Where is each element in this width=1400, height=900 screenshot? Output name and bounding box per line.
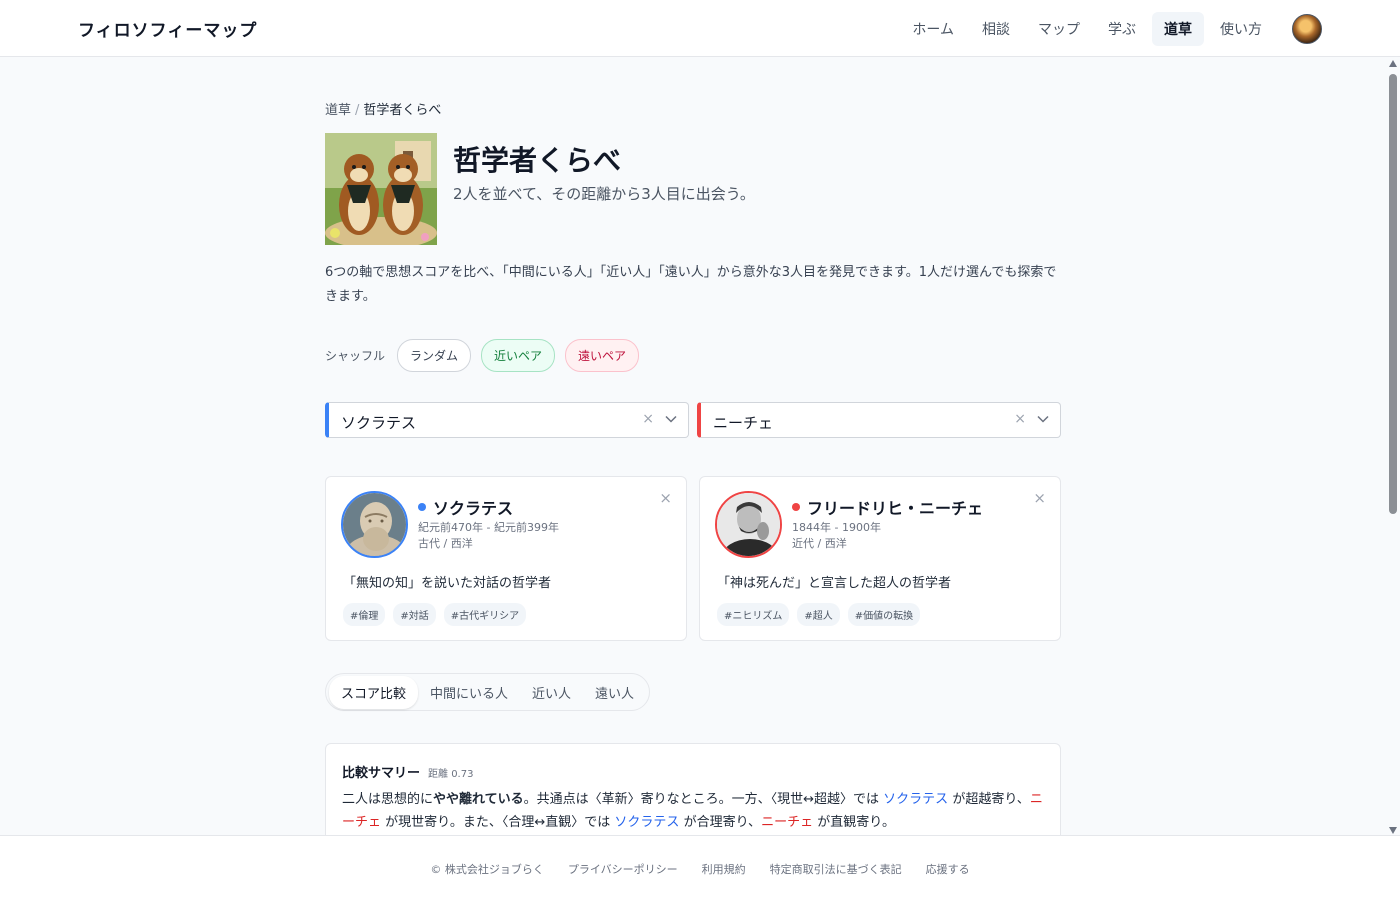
philosopher-select-right[interactable]: ニーチェ × — [697, 402, 1061, 438]
socrates-portrait — [341, 491, 408, 558]
philosopher-card-left: ソクラテス 紀元前470年 - 紀元前399年 古代 / 西洋 × 「無知の知」… — [325, 476, 687, 641]
red-dot-icon — [792, 503, 800, 511]
footer-links: © 株式会社ジョブらく プライバシーポリシー 利用規約 特定商取引法に基づく表記… — [0, 861, 1400, 877]
tag[interactable]: #倫理 — [343, 603, 386, 626]
nav-home[interactable]: ホーム — [900, 12, 966, 46]
page-subtitle: 2人を並べて、その距離から3人目に出会う。 — [453, 185, 755, 203]
card-right-name-text: フリードリヒ・ニーチェ — [807, 499, 984, 518]
select-right-clear-icon[interactable]: × — [1014, 411, 1026, 427]
card-left-name-text: ソクラテス — [433, 499, 514, 518]
page-scrollbar[interactable] — [1388, 60, 1398, 834]
summary-text-part: が超越寄り、 — [948, 792, 1030, 807]
card-left-era: 古代 / 西洋 — [418, 537, 473, 550]
nietzsche-portrait — [715, 491, 782, 558]
card-left-tags: #倫理 #対話 #古代ギリシア — [343, 603, 527, 626]
page-title: 哲学者くらべ — [453, 144, 622, 177]
shuffle-near-pair-button[interactable]: 近いペア — [481, 339, 556, 372]
select-left-value: ソクラテス — [341, 414, 417, 432]
footer-terms-link[interactable]: 利用規約 — [702, 861, 746, 877]
breadcrumb-current: 哲学者くらべ — [363, 103, 442, 118]
tag[interactable]: #ニヒリズム — [717, 603, 790, 626]
breadcrumb: 道草 / 哲学者くらべ — [325, 99, 441, 118]
shuffle-row: シャッフル ランダム 近いペア 遠いペア — [325, 339, 640, 372]
chevron-down-icon[interactable] — [1036, 412, 1050, 426]
summary-text: 二人は思想的にやや離れている。共通点は〈革新〉寄りなところ。一方、〈現世↔超越〉… — [342, 788, 1046, 834]
scroll-thumb[interactable] — [1389, 74, 1397, 514]
breadcrumb-parent[interactable]: 道草 — [325, 103, 351, 118]
blue-dot-icon — [418, 503, 426, 511]
nav-learn[interactable]: 学ぶ — [1096, 12, 1148, 46]
page-footer: © 株式会社ジョブらく プライバシーポリシー 利用規約 特定商取引法に基づく表記… — [0, 835, 1400, 900]
main-nav: ホーム 相談 マップ 学ぶ 道草 使い方 — [900, 12, 1322, 46]
footer-support-link[interactable]: 応援する — [926, 861, 970, 877]
user-avatar[interactable] — [1292, 14, 1322, 44]
top-header: フィロソフィーマップ ホーム 相談 マップ 学ぶ 道草 使い方 — [0, 0, 1400, 57]
brand-logo[interactable]: フィロソフィーマップ — [78, 16, 257, 41]
summary-text-part: 。共通点は〈革新〉寄りなところ。一方、〈現世↔超越〉では — [523, 792, 884, 807]
breadcrumb-separator: / — [355, 103, 360, 118]
card-right-era: 近代 / 西洋 — [792, 537, 847, 550]
nav-michikusa[interactable]: 道草 — [1152, 12, 1204, 46]
shuffle-far-pair-button[interactable]: 遠いペア — [565, 339, 640, 372]
tag[interactable]: #超人 — [797, 603, 840, 626]
card-left-quote: 「無知の知」を説いた対話の哲学者 — [343, 576, 552, 591]
summary-text-part: が合理寄り、 — [679, 815, 762, 830]
nav-map[interactable]: マップ — [1026, 12, 1092, 46]
tab-middle-person[interactable]: 中間にいる人 — [418, 676, 520, 709]
scroll-up-arrow-icon[interactable] — [1389, 60, 1397, 67]
page-description: 6つの軸で思想スコアを比べ、「中間にいる人」「近い人」「遠い人」から意外な3人目… — [325, 265, 1057, 304]
tab-score-compare[interactable]: スコア比較 — [329, 675, 419, 709]
philosopher-select-left[interactable]: ソクラテス × — [325, 402, 689, 438]
card-right-years: 1844年 - 1900年 — [792, 521, 881, 534]
shuffle-random-button[interactable]: ランダム — [397, 339, 472, 372]
summary-text-part: が直観寄り。 — [813, 815, 895, 830]
close-icon[interactable]: × — [1033, 489, 1046, 507]
tag[interactable]: #対話 — [393, 603, 436, 626]
scroll-down-arrow-icon[interactable] — [1389, 827, 1397, 834]
summary-emphasis: やや離れている — [433, 792, 524, 807]
select-right-value: ニーチェ — [713, 414, 774, 432]
summary-distance: 距離 0.73 — [428, 769, 474, 780]
nav-howto[interactable]: 使い方 — [1208, 12, 1274, 46]
tab-far-person[interactable]: 遠い人 — [583, 676, 646, 709]
tab-near-person[interactable]: 近い人 — [520, 676, 583, 709]
card-left-name: ソクラテス — [418, 495, 513, 519]
summary-header: 比較サマリー 距離 0.73 — [342, 762, 473, 781]
summary-name-left: ソクラテス — [883, 792, 949, 807]
summary-text-part: が現世寄り。また、〈合理↔直観〉では — [381, 815, 615, 830]
summary-text-part: 二人は思想的に — [342, 792, 434, 807]
card-right-tags: #ニヒリズム #超人 #価値の転換 — [717, 603, 921, 626]
tag[interactable]: #古代ギリシア — [443, 603, 527, 626]
compare-tabs: スコア比較 中間にいる人 近い人 遠い人 — [325, 673, 651, 711]
card-right-quote: 「神は死んだ」と宣言した超人の哲学者 — [717, 576, 952, 591]
chevron-down-icon[interactable] — [664, 412, 678, 426]
select-left-clear-icon[interactable]: × — [642, 411, 654, 427]
nav-consult[interactable]: 相談 — [970, 12, 1022, 46]
footer-copyright: © 株式会社ジョブらく — [430, 863, 544, 876]
card-left-years: 紀元前470年 - 紀元前399年 — [418, 521, 559, 534]
footer-commerce-law-link[interactable]: 特定商取引法に基づく表記 — [770, 861, 902, 877]
close-icon[interactable]: × — [659, 489, 672, 507]
card-right-name: フリードリヒ・ニーチェ — [792, 495, 983, 519]
footer-privacy-link[interactable]: プライバシーポリシー — [568, 861, 678, 877]
summary-name-left: ソクラテス — [614, 815, 680, 830]
philosopher-card-right: フリードリヒ・ニーチェ 1844年 - 1900年 近代 / 西洋 × 「神は死… — [699, 476, 1061, 641]
summary-title: 比較サマリー — [342, 766, 421, 781]
shuffle-label: シャッフル — [325, 349, 386, 363]
summary-name-right: ニーチェ — [761, 815, 814, 830]
hero-illustration — [325, 133, 437, 245]
tag[interactable]: #価値の転換 — [847, 603, 921, 626]
